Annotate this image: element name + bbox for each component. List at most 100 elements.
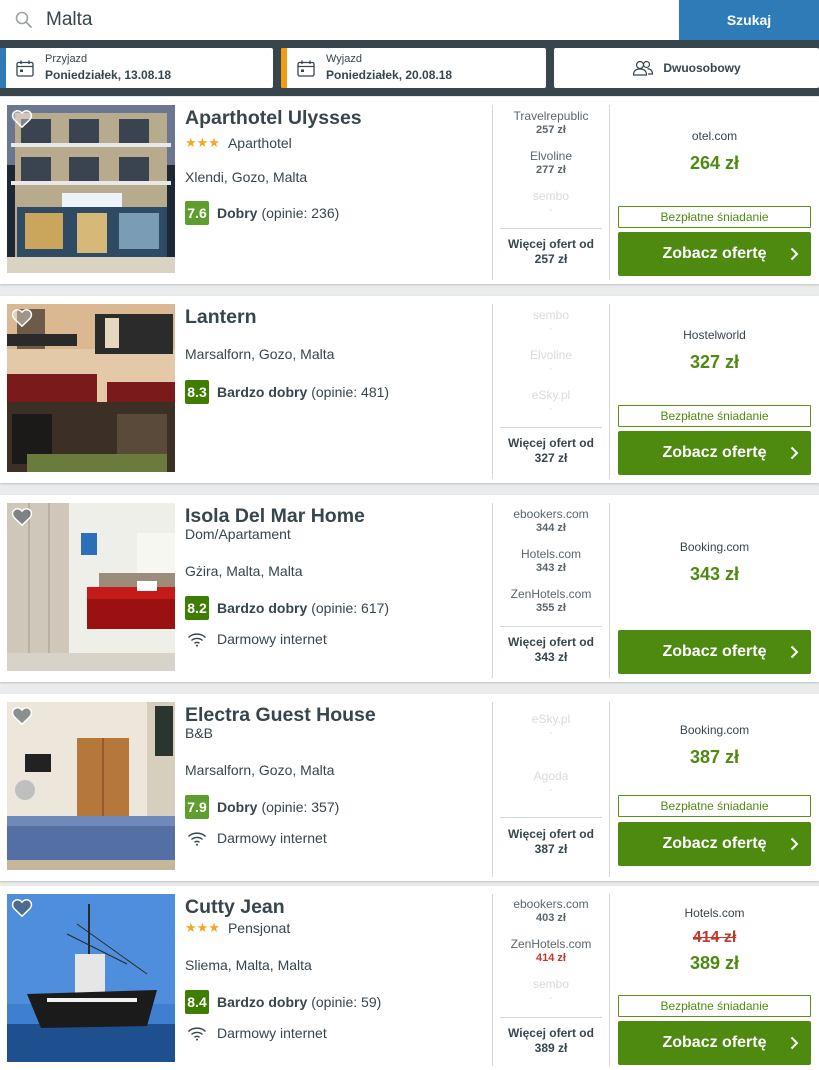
see-offer-button[interactable]: Zobacz ofertę: [618, 822, 811, 866]
deal-price: 264 zł: [689, 153, 740, 173]
checkin-date-picker[interactable]: Przyjazd Poniedziałek, 13.08.18: [0, 48, 273, 88]
guests-icon: [633, 60, 654, 76]
deal-provider: Hostelworld: [683, 328, 746, 342]
see-offer-label: Zobacz ofertę: [662, 245, 767, 262]
hotel-location: Xlendi, Gozo, Malta: [185, 169, 308, 185]
amenity-wifi: Darmowy internet: [187, 1025, 327, 1041]
offer-price: 257 zł: [536, 124, 566, 136]
offer-price: -: [549, 363, 553, 375]
more-offers-price: 327 zł: [534, 451, 568, 465]
see-offer-button[interactable]: Zobacz ofertę: [618, 1021, 811, 1065]
more-offers-label: Więcej ofert od: [508, 237, 594, 251]
offer-item[interactable]: Elvoline 277 zł: [500, 149, 602, 176]
amenity-label: Darmowy internet: [217, 631, 327, 647]
offer-price: -: [549, 403, 553, 415]
rating-reviews: (opinie: 481): [311, 384, 390, 400]
more-offers-link[interactable]: Więcej ofert od 389 zł: [500, 1026, 602, 1056]
offer-item[interactable]: eSky.pl -: [500, 712, 602, 739]
more-offers-link[interactable]: Więcej ofert od 343 zł: [500, 635, 602, 665]
offer-price: -: [549, 323, 553, 335]
chevron-right-icon: [790, 247, 799, 261]
offer-item[interactable]: ZenHotels.com 355 zł: [500, 587, 602, 614]
hotel-type-line: ★★★ Aparthotel: [185, 135, 292, 151]
divider: [492, 304, 493, 479]
hotel-photo[interactable]: [7, 702, 175, 870]
rating-label: Bardzo dobry: [217, 600, 308, 616]
search-input[interactable]: [46, 6, 646, 34]
offer-provider: Travelrepublic: [513, 109, 589, 123]
offer-item[interactable]: ebookers.com 344 zł: [500, 507, 602, 534]
offer-item[interactable]: eSky.pl -: [500, 388, 602, 415]
offer-price: 344 zł: [536, 522, 566, 534]
hotel-photo[interactable]: [7, 503, 175, 671]
favorite-heart-icon[interactable]: [11, 507, 33, 527]
favorite-heart-icon[interactable]: [11, 109, 33, 129]
hotel-name[interactable]: Isola Del Mar Home: [185, 505, 365, 528]
offer-item[interactable]: ebookers.com 403 zł: [500, 897, 602, 924]
amenity-wifi: Darmowy internet: [187, 830, 327, 846]
offer-provider: sembo: [532, 308, 570, 322]
more-offers-link[interactable]: Więcej ofert od 257 zł: [500, 237, 602, 267]
amenity-label: Darmowy internet: [217, 1025, 327, 1041]
offer-provider: ZenHotels.com: [510, 587, 592, 601]
offer-price: 343 zł: [536, 562, 566, 574]
offer-provider: Agoda: [533, 769, 569, 783]
checkout-label: Wyjazd: [326, 53, 362, 65]
offer-item[interactable]: sembo -: [500, 308, 602, 335]
offer-price: -: [549, 204, 553, 216]
more-offers-link[interactable]: Więcej ofert od 387 zł: [500, 827, 602, 857]
hotel-photo[interactable]: [7, 894, 175, 1062]
offer-item[interactable]: ZenHotels.com 414 zł: [500, 937, 602, 964]
more-offers-link[interactable]: Więcej ofert od 327 zł: [500, 436, 602, 466]
rating-score-badge: 7.9: [185, 795, 209, 819]
see-offer-button[interactable]: Zobacz ofertę: [618, 630, 811, 674]
rating-score-badge: 8.4: [185, 990, 209, 1014]
divider: [492, 894, 493, 1066]
checkout-date-picker[interactable]: Wyjazd Poniedziałek, 20.08.18: [281, 48, 546, 88]
offer-item[interactable]: Hotels.com 343 zł: [500, 547, 602, 574]
hotel-photo[interactable]: [7, 304, 175, 472]
search-button[interactable]: Szukaj: [679, 0, 819, 40]
room-selector[interactable]: Dwuosobowy: [554, 48, 819, 88]
offer-item[interactable]: Agoda -: [500, 769, 602, 796]
see-offer-button[interactable]: Zobacz ofertę: [618, 431, 811, 475]
divider: [500, 228, 602, 229]
rating-score-badge: 7.6: [185, 201, 209, 225]
checkin-value: Poniedziałek, 13.08.18: [45, 68, 172, 82]
checkout-value: Poniedziałek, 20.08.18: [326, 68, 453, 82]
offer-provider: ebookers.com: [513, 897, 589, 911]
offer-provider: sembo: [532, 189, 570, 203]
offer-item[interactable]: Elvoline -: [500, 348, 602, 375]
rating-reviews: (opinie: 357): [261, 799, 340, 815]
wifi-icon: [188, 1026, 206, 1041]
offer-item[interactable]: Travelrepublic 257 zł: [500, 109, 602, 136]
hotel-photo[interactable]: [7, 105, 175, 273]
offer-provider: ebookers.com: [513, 507, 589, 521]
hotel-type: Pensjonat: [227, 920, 291, 936]
hotel-name[interactable]: Lantern: [185, 306, 257, 329]
hotel-type-line: ★★★ Pensjonat: [185, 920, 290, 936]
calendar-icon: [297, 60, 315, 77]
amenity-wifi: Darmowy internet: [187, 631, 327, 647]
see-offer-button[interactable]: Zobacz ofertę: [618, 232, 811, 276]
offer-price: 403 zł: [536, 912, 566, 924]
offer-provider: eSky.pl: [531, 388, 571, 402]
hotel-name[interactable]: Aparthotel Ulysses: [185, 107, 362, 130]
hotel-rating: 8.4 Bardzo dobry (opinie: 59): [185, 990, 381, 1014]
free-breakfast-badge: Bezpłatne śniadanie: [618, 206, 811, 228]
offer-item[interactable]: sembo -: [500, 189, 602, 216]
hotel-name[interactable]: Cutty Jean: [185, 896, 285, 919]
offer-provider: Elvoline: [529, 348, 573, 362]
more-offers-label: Więcej ofert od: [508, 635, 594, 649]
favorite-heart-icon[interactable]: [11, 898, 33, 918]
hotel-type: Dom/Apartament: [185, 526, 291, 542]
hotel-name[interactable]: Electra Guest House: [185, 704, 376, 727]
chevron-right-icon: [790, 446, 799, 460]
hotel-rating: 8.3 Bardzo dobry (opinie: 481): [185, 380, 389, 404]
favorite-heart-icon[interactable]: [11, 706, 33, 726]
wifi-icon: [188, 632, 206, 647]
favorite-heart-icon[interactable]: [11, 308, 33, 328]
deal-price: 387 zł: [689, 747, 740, 767]
offer-item[interactable]: sembo -: [500, 977, 602, 1004]
hotel-location: Gżira, Malta, Malta: [185, 563, 303, 579]
